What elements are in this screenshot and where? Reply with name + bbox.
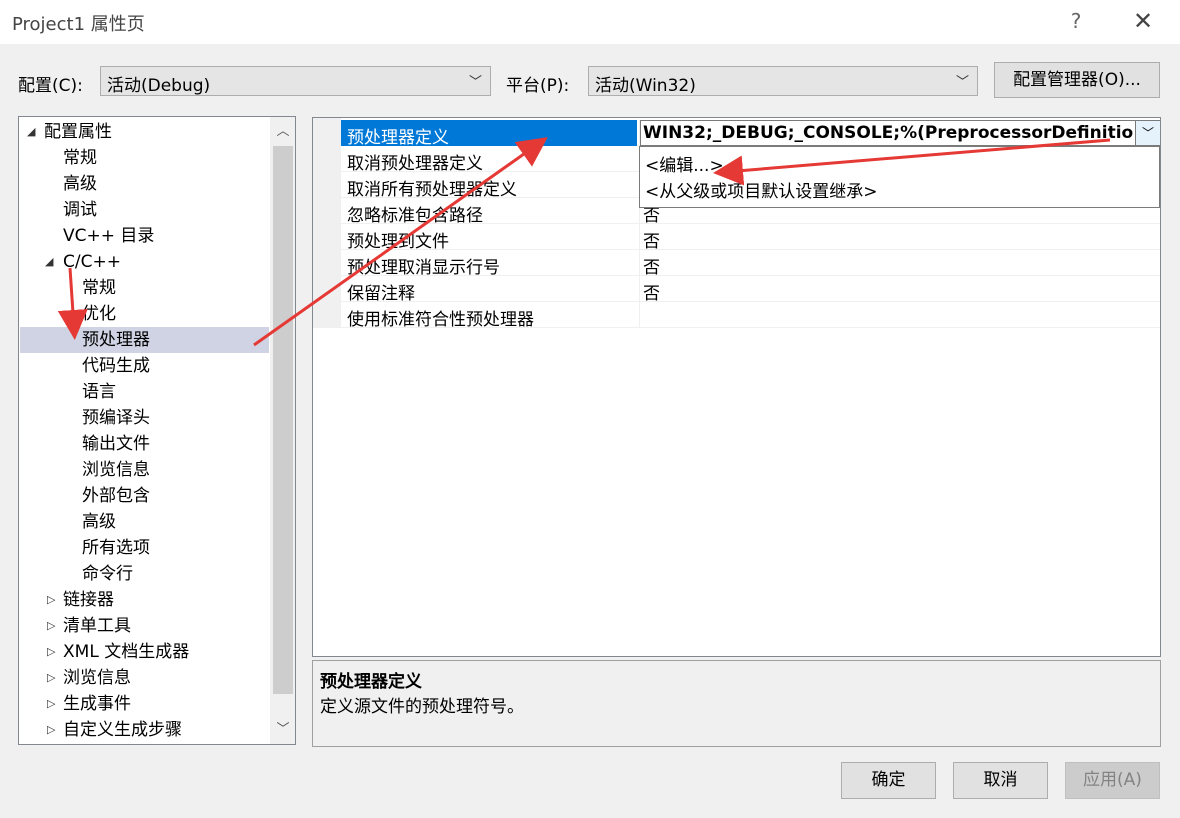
tree-item-label: 配置属性 [44, 122, 112, 142]
tree-item-label: 代码生成 [82, 356, 150, 376]
property-row[interactable]: 预处理到文件 否 [341, 224, 1160, 252]
chevron-down-icon[interactable]: ﹀ [1135, 121, 1160, 145]
tree-item-label: 命令行 [82, 564, 133, 584]
tree-item-label: 浏览信息 [82, 460, 150, 480]
tree-item-label: XML 文档生成器 [63, 642, 190, 662]
tree-item-label: C/C++ [63, 252, 121, 272]
property-row[interactable]: 保留注释 否 [341, 276, 1160, 304]
property-name: 预处理取消显示行号 [347, 258, 500, 278]
window-title: Project1 属性页 [12, 14, 145, 35]
scroll-up-icon[interactable]: ︿ [274, 120, 292, 142]
config-dropdown[interactable]: 活动(Debug) ﹀ [100, 66, 491, 96]
expand-icon[interactable]: ▷ [47, 639, 55, 665]
property-name: 取消所有预处理器定义 [347, 180, 517, 200]
property-name: 预处理到文件 [347, 232, 449, 252]
tree-item-label: 外部包含 [82, 486, 150, 506]
expand-icon[interactable]: ▷ [47, 717, 55, 743]
property-value[interactable]: 否 [643, 279, 660, 304]
value-dropdown-list: <编辑...> <从父级或项目默认设置继承> [639, 146, 1160, 208]
column-divider [639, 276, 640, 302]
tree-item-label: 常规 [63, 148, 97, 168]
chevron-down-icon: ﹀ [468, 75, 482, 90]
expand-icon[interactable]: ▷ [47, 691, 55, 717]
tree-item-label: VC++ 目录 [63, 226, 155, 246]
expand-icon[interactable]: ▷ [47, 665, 55, 691]
selected-value[interactable]: WIN32;_DEBUG;_CONSOLE;%(PreprocessorDefi… [643, 123, 1133, 143]
ok-button[interactable]: 确定 [841, 762, 936, 799]
close-button[interactable]: ✕ [1128, 6, 1158, 36]
dropdown-option-inherit[interactable]: <从父级或项目默认设置继承> [645, 177, 878, 202]
property-name: 预处理器定义 [347, 128, 449, 148]
property-row[interactable]: 使用标准符合性预处理器 [341, 302, 1160, 330]
platform-value: 活动(Win32) [595, 76, 696, 96]
property-name: 忽略标准包含路径 [347, 206, 483, 226]
tree-item-label: 自定义生成步骤 [63, 720, 182, 740]
tree-item-label: 预编译头 [82, 408, 150, 428]
property-name: 取消预处理器定义 [347, 154, 483, 174]
config-value: 活动(Debug) [107, 76, 211, 96]
scroll-down-icon[interactable]: ﹀ [274, 718, 292, 740]
description-title: 预处理器定义 [320, 672, 422, 692]
expand-icon[interactable]: ▷ [47, 587, 55, 613]
tree-item-label: 预处理器 [82, 330, 150, 350]
description-text: 定义源文件的预处理符号。 [320, 697, 524, 717]
tree-item-label: 输出文件 [82, 434, 150, 454]
property-value[interactable]: 否 [643, 253, 660, 278]
column-divider [639, 224, 640, 250]
dropdown-option-edit[interactable]: <编辑...> [645, 151, 724, 176]
chevron-down-icon: ﹀ [955, 75, 969, 90]
column-divider [639, 250, 640, 276]
tree-item-label: 语言 [82, 382, 116, 402]
help-button[interactable]: ? [1064, 6, 1088, 36]
expand-icon[interactable]: ▷ [47, 613, 55, 639]
tree-item-label: 浏览信息 [63, 668, 131, 688]
tree-item-label: 生成事件 [63, 694, 131, 714]
tree-item-label: 调试 [63, 200, 97, 220]
tree-item-label: 清单工具 [63, 616, 131, 636]
cancel-button[interactable]: 取消 [953, 762, 1048, 799]
tree-item[interactable]: 预处理器 [20, 327, 269, 353]
tree-item-label: 高级 [82, 512, 116, 532]
collapse-icon[interactable]: ◢ [27, 119, 35, 145]
tree-item-label: 优化 [82, 304, 116, 324]
title-bar [0, 0, 1180, 44]
platform-dropdown[interactable]: 活动(Win32) ﹀ [588, 66, 978, 96]
property-name: 保留注释 [347, 284, 415, 304]
apply-button[interactable]: 应用(A) [1065, 762, 1160, 799]
tree-item-label: 高级 [63, 174, 97, 194]
tree-scroll-thumb[interactable] [273, 146, 293, 694]
tree-item-label: 链接器 [63, 590, 114, 610]
column-divider [639, 302, 640, 328]
property-name: 使用标准符合性预处理器 [347, 310, 534, 330]
property-row[interactable]: 预处理取消显示行号 否 [341, 250, 1160, 278]
collapse-icon[interactable]: ◢ [45, 249, 53, 275]
property-value[interactable]: 否 [643, 227, 660, 252]
tree-item-label: 常规 [82, 278, 116, 298]
config-manager-button[interactable]: 配置管理器(O)... [994, 62, 1160, 98]
grid-gutter [313, 118, 341, 328]
tree-item-label: 所有选项 [82, 538, 150, 558]
platform-label: 平台(P): [506, 76, 570, 96]
config-label: 配置(C): [18, 76, 83, 96]
